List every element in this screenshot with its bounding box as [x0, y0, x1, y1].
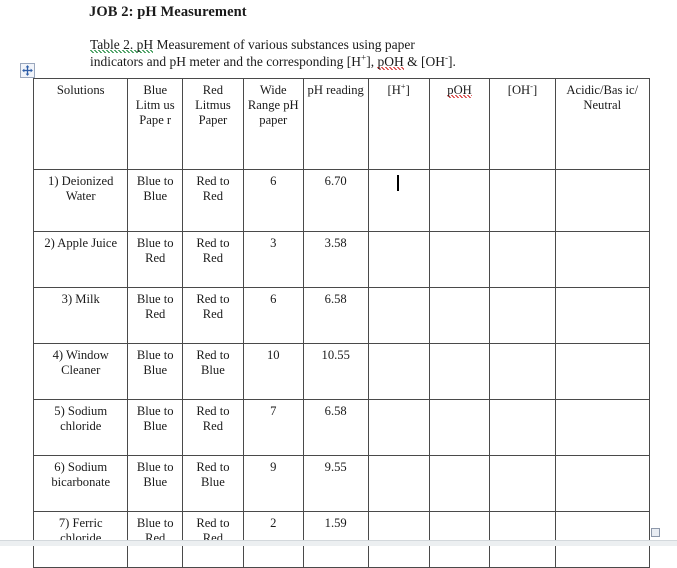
cell-oh-minus[interactable] — [489, 399, 556, 456]
column-header-acidic-basic-neutral[interactable]: Acidic/Bas ic/ Neutral — [554, 78, 651, 170]
caption-line2: indicators and pH meter and the correspo… — [90, 53, 510, 70]
cell-solution[interactable]: 6) Sodium bicarbonate — [32, 455, 129, 512]
cell-ph-reading[interactable]: 9.55 — [302, 455, 369, 512]
cell-wide-range[interactable]: 10 — [242, 343, 304, 400]
column-header-red-litmus-paper[interactable]: Red Litmus Paper — [182, 78, 244, 170]
cell-poh[interactable] — [428, 231, 491, 288]
oh-minus-base: [OH — [507, 83, 531, 97]
caption-line2-part4: ]. — [448, 54, 456, 69]
cell-solution[interactable]: 2) Apple Juice — [32, 231, 129, 288]
cell-ph-reading[interactable]: 10.55 — [302, 343, 369, 400]
table-header-row: Solutions Blue Litm us Pape r Red Litmus… — [32, 78, 651, 170]
table-row[interactable]: 5) Sodium chloride Blue to Blue Red to R… — [32, 399, 651, 456]
cell-acidic-basic-neutral[interactable] — [554, 343, 651, 400]
cell-ph-reading[interactable]: 6.70 — [302, 169, 369, 232]
column-header-wide-range-ph-paper[interactable]: Wide Range pH paper — [242, 78, 304, 170]
cell-oh-minus[interactable] — [489, 455, 556, 512]
ph-measurement-table[interactable]: Solutions Blue Litm us Pape r Red Litmus… — [32, 78, 651, 568]
move-cross-icon — [22, 65, 33, 76]
cell-blue-litmus[interactable]: Blue to Blue — [127, 399, 183, 456]
cell-poh[interactable] — [428, 169, 491, 232]
cell-solution[interactable]: 4) Window Cleaner — [32, 343, 129, 400]
cell-red-litmus[interactable]: Red to Red — [182, 399, 244, 456]
cell-poh[interactable] — [428, 455, 491, 512]
caption-line2-part2: ], — [366, 54, 378, 69]
table-row[interactable]: 2) Apple Juice Blue to Red Red to Red 3 … — [32, 231, 651, 288]
cell-poh[interactable] — [428, 343, 491, 400]
cell-red-litmus[interactable]: Red to Blue — [182, 343, 244, 400]
h-plus-close: ] — [405, 83, 410, 97]
table-resize-handle[interactable] — [651, 528, 660, 537]
caption-line1-rest: Measurement of various substances using … — [153, 37, 415, 52]
cell-red-litmus[interactable]: Red to Red — [182, 231, 244, 288]
cell-oh-minus[interactable] — [489, 343, 556, 400]
table-row[interactable]: 4) Window Cleaner Blue to Blue Red to Bl… — [32, 343, 651, 400]
column-header-oh-minus[interactable]: [OH-] — [489, 78, 556, 170]
cell-acidic-basic-neutral[interactable] — [554, 169, 651, 232]
cell-blue-litmus[interactable]: Blue to Red — [127, 287, 183, 344]
cell-red-litmus[interactable]: Red to Red — [182, 287, 244, 344]
caption-line2-part1: indicators and pH meter and the correspo… — [90, 54, 362, 69]
cell-h-plus[interactable] — [367, 231, 430, 288]
cell-acidic-basic-neutral[interactable] — [554, 287, 651, 344]
cell-oh-minus[interactable] — [489, 287, 556, 344]
poh-spell-flagged-text: pOH — [447, 83, 472, 98]
cell-h-plus[interactable] — [367, 399, 430, 456]
cell-acidic-basic-neutral[interactable] — [554, 231, 651, 288]
column-header-poh[interactable]: pOH — [428, 78, 491, 170]
cell-h-plus[interactable] — [367, 343, 430, 400]
cell-h-plus[interactable] — [367, 169, 430, 232]
table-row[interactable]: 3) Milk Blue to Red Red to Red 6 6.58 — [32, 287, 651, 344]
cell-oh-minus[interactable] — [489, 231, 556, 288]
oh-minus-close: ] — [533, 83, 538, 97]
cell-h-plus[interactable] — [367, 455, 430, 512]
column-header-solutions[interactable]: Solutions — [32, 78, 129, 170]
cell-solution[interactable]: 5) Sodium chloride — [32, 399, 129, 456]
cell-blue-litmus[interactable]: Blue to Blue — [127, 343, 183, 400]
table-row[interactable]: 6) Sodium bicarbonate Blue to Blue Red t… — [32, 455, 651, 512]
cell-wide-range[interactable]: 6 — [242, 287, 304, 344]
cell-solution[interactable]: 1) Deionized Water — [32, 169, 129, 232]
cell-blue-litmus[interactable]: Blue to Red — [127, 231, 183, 288]
cell-blue-litmus[interactable]: Blue to Blue — [127, 169, 183, 232]
table-caption: Table 2. pH Measurement of various subst… — [90, 36, 510, 70]
document-page: JOB 2: pH Measurement Table 2. pH Measur… — [0, 0, 677, 568]
cell-poh[interactable] — [428, 399, 491, 456]
cell-wide-range[interactable]: 6 — [242, 169, 304, 232]
cell-wide-range[interactable]: 9 — [242, 455, 304, 512]
cell-ph-reading[interactable]: 6.58 — [302, 287, 369, 344]
h-plus-base: [H — [387, 83, 401, 97]
cell-wide-range[interactable]: 3 — [242, 231, 304, 288]
cell-solution[interactable]: 3) Milk — [32, 287, 129, 344]
cell-ph-reading[interactable]: 3.58 — [302, 231, 369, 288]
text-cursor-caret — [396, 175, 399, 191]
table-row[interactable]: 1) Deionized Water Blue to Blue Red to R… — [32, 169, 651, 232]
page-title: JOB 2: pH Measurement — [89, 4, 247, 20]
cell-poh[interactable] — [428, 287, 491, 344]
cell-red-litmus[interactable]: Red to Blue — [182, 455, 244, 512]
column-header-ph-reading[interactable]: pH reading — [302, 78, 369, 170]
cell-blue-litmus[interactable]: Blue to Blue — [127, 455, 183, 512]
cell-oh-minus[interactable] — [489, 169, 556, 232]
cell-wide-range[interactable]: 7 — [242, 399, 304, 456]
cell-ph-reading[interactable]: 6.58 — [302, 399, 369, 456]
table-move-handle[interactable] — [20, 63, 35, 78]
cell-acidic-basic-neutral[interactable] — [554, 399, 651, 456]
column-header-h-plus[interactable]: [H+] — [367, 78, 430, 170]
cell-acidic-basic-neutral[interactable] — [554, 455, 651, 512]
caption-spell-flagged-text: pOH — [377, 54, 404, 70]
cell-h-plus[interactable] — [367, 287, 430, 344]
caption-line2-part3: & [OH — [403, 54, 445, 69]
column-header-blue-litmus-paper[interactable]: Blue Litm us Pape r — [127, 78, 183, 170]
cell-red-litmus[interactable]: Red to Red — [182, 169, 244, 232]
page-boundary-gutter — [0, 540, 677, 546]
table-body: 1) Deionized Water Blue to Blue Red to R… — [32, 169, 651, 568]
